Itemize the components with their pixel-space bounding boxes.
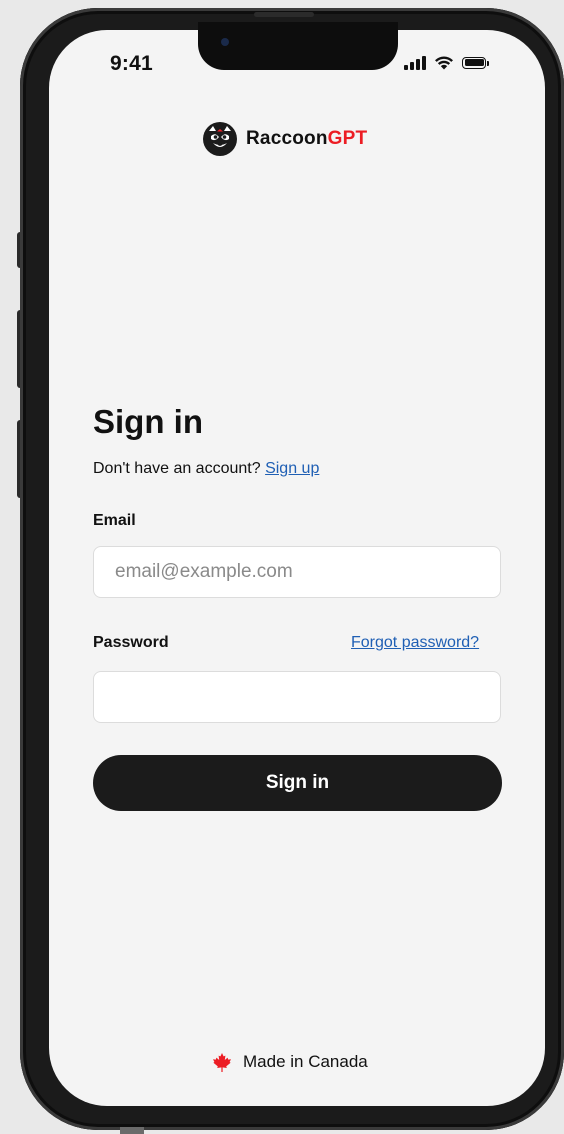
footer-text: Made in Canada xyxy=(243,1052,368,1071)
status-time: 9:41 xyxy=(110,52,153,75)
sign-in-button[interactable]: Sign in xyxy=(93,755,502,811)
device-mockup: 9:41 RaccoonGPT Sign in Don't have an ac… xyxy=(0,0,564,1134)
password-label: Password xyxy=(93,634,169,651)
password-field[interactable] xyxy=(93,671,501,723)
email-field[interactable] xyxy=(93,546,501,598)
frame-edge-marker xyxy=(120,1127,144,1134)
email-label: Email xyxy=(93,512,136,529)
brand-name-accent: GPT xyxy=(327,128,368,149)
footer: Made in Canada xyxy=(213,1052,368,1072)
raccoon-icon xyxy=(203,122,237,156)
brand-logo: RaccoonGPT xyxy=(203,122,367,156)
wifi-icon xyxy=(435,56,453,70)
no-account-text: Don't have an account? xyxy=(93,460,261,477)
brand-name-main: Raccoon xyxy=(246,128,328,149)
maple-leaf-icon xyxy=(213,1052,231,1072)
page-title: Sign in xyxy=(93,403,203,440)
cellular-signal-icon xyxy=(404,55,426,70)
signup-prompt: Don't have an account? Sign up xyxy=(93,460,319,478)
forgot-password-link[interactable]: Forgot password? xyxy=(351,634,479,652)
status-icons xyxy=(404,55,489,70)
battery-icon xyxy=(462,56,489,69)
brand-name: RaccoonGPT xyxy=(246,128,367,150)
front-camera-icon xyxy=(221,38,229,46)
signup-link[interactable]: Sign up xyxy=(265,460,319,477)
notch xyxy=(198,22,398,70)
speaker-grille xyxy=(254,12,314,17)
